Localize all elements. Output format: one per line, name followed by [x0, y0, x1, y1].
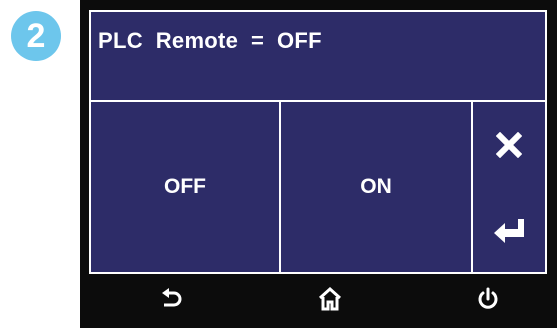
- enter-return-icon: [494, 218, 524, 243]
- power-icon: [478, 287, 498, 309]
- step-number-badge: 2: [11, 11, 61, 61]
- off-option-label: OFF: [164, 175, 206, 198]
- on-option-button[interactable]: ON: [281, 102, 473, 272]
- side-button-panel: [473, 102, 545, 272]
- title-bar: PLC Remote = OFF: [91, 12, 545, 102]
- back-arrow-icon: [162, 288, 182, 307]
- off-option-button[interactable]: OFF: [91, 102, 281, 272]
- home-button[interactable]: [308, 279, 352, 319]
- enter-button[interactable]: [473, 187, 545, 272]
- back-button[interactable]: [149, 279, 193, 319]
- lcd-screen: PLC Remote = OFF OFF ON: [89, 10, 547, 274]
- power-button[interactable]: [466, 279, 510, 319]
- device-panel: PLC Remote = OFF OFF ON: [80, 0, 557, 328]
- close-icon: [496, 131, 522, 158]
- home-icon: [318, 287, 342, 311]
- bottom-nav-bar: [80, 274, 557, 328]
- page-title: PLC Remote = OFF: [98, 28, 322, 53]
- cancel-button[interactable]: [473, 102, 545, 187]
- on-option-label: ON: [360, 175, 392, 198]
